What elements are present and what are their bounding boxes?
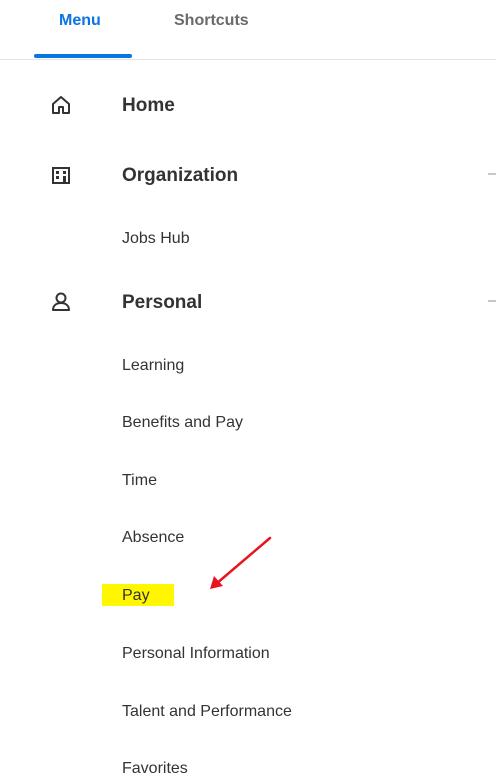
nav-label-personal: Personal (122, 292, 203, 313)
nav-subitem-pay[interactable]: Pay (122, 587, 150, 605)
nav-label-home: Home (122, 95, 175, 116)
building-icon (50, 164, 72, 186)
nav-subitem-absence[interactable]: Absence (122, 529, 184, 547)
nav-subitem-jobs-hub[interactable]: Jobs Hub (122, 230, 190, 248)
collapse-icon[interactable] (488, 173, 496, 175)
menu-tabs: Menu Shortcuts (0, 0, 496, 60)
tabs-divider (0, 59, 496, 60)
collapse-icon[interactable] (488, 300, 496, 302)
active-tab-indicator (34, 54, 132, 58)
nav-item-organization[interactable]: Organization (0, 153, 496, 197)
person-icon (50, 291, 72, 313)
nav-item-home[interactable]: Home (0, 83, 496, 127)
nav-label-organization: Organization (122, 165, 239, 186)
annotation-arrow-icon (210, 536, 272, 589)
nav-subitem-learning[interactable]: Learning (122, 357, 184, 375)
nav-subitem-favorites[interactable]: Favorites (122, 760, 188, 778)
nav-subitem-benefits-and-pay[interactable]: Benefits and Pay (122, 414, 243, 432)
nav-subitem-time[interactable]: Time (122, 472, 157, 490)
nav-subitem-talent-and-performance[interactable]: Talent and Performance (122, 703, 292, 721)
home-icon (50, 94, 72, 116)
nav-subitem-personal-information[interactable]: Personal Information (122, 645, 270, 663)
tab-shortcuts[interactable]: Shortcuts (174, 12, 249, 30)
tab-menu[interactable]: Menu (59, 12, 101, 30)
nav-item-personal[interactable]: Personal (0, 280, 496, 324)
